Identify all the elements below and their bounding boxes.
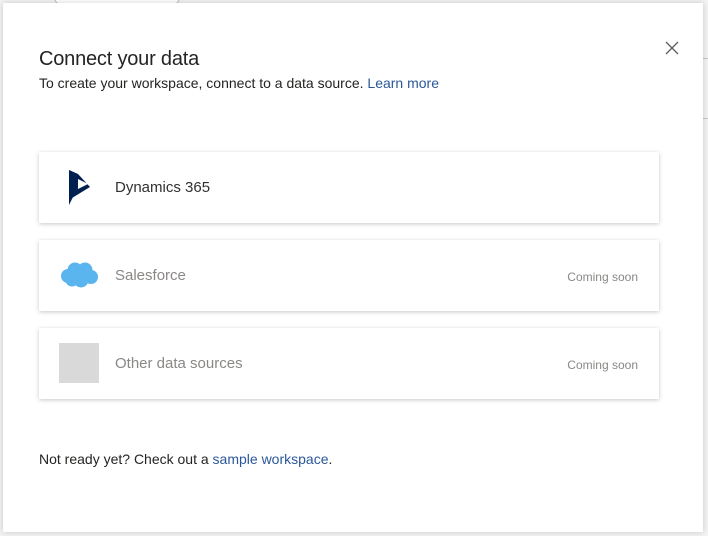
placeholder-logo-icon [59,343,99,383]
source-label: Salesforce [115,267,186,284]
dynamics-365-logo-icon [69,170,90,205]
source-status: Coming soon [567,358,638,372]
salesforce-cloud-icon [61,262,98,288]
source-card-dynamics-365[interactable]: Dynamics 365 [39,152,659,223]
footer-suffix: . [328,451,333,467]
close-button[interactable] [661,37,683,59]
subtitle-text: To create your workspace, connect to a d… [39,75,364,91]
dialog-subtitle: To create your workspace, connect to a d… [39,75,439,91]
dialog-title: Connect your data [39,48,200,70]
source-label: Other data sources [115,355,243,372]
connect-data-dialog: Connect your data To create your workspa… [3,3,703,532]
close-icon [665,41,679,55]
footer-text: Not ready yet? Check out a sample worksp… [39,451,332,467]
source-card-salesforce: Salesforce Coming soon [39,240,659,311]
footer-prefix: Not ready yet? Check out a [39,451,209,467]
source-status: Coming soon [567,270,638,284]
source-card-other-data-sources: Other data sources Coming soon [39,328,659,399]
source-label: Dynamics 365 [115,179,211,196]
learn-more-link[interactable]: Learn more [367,75,439,91]
sample-workspace-link[interactable]: sample workspace [213,451,329,467]
